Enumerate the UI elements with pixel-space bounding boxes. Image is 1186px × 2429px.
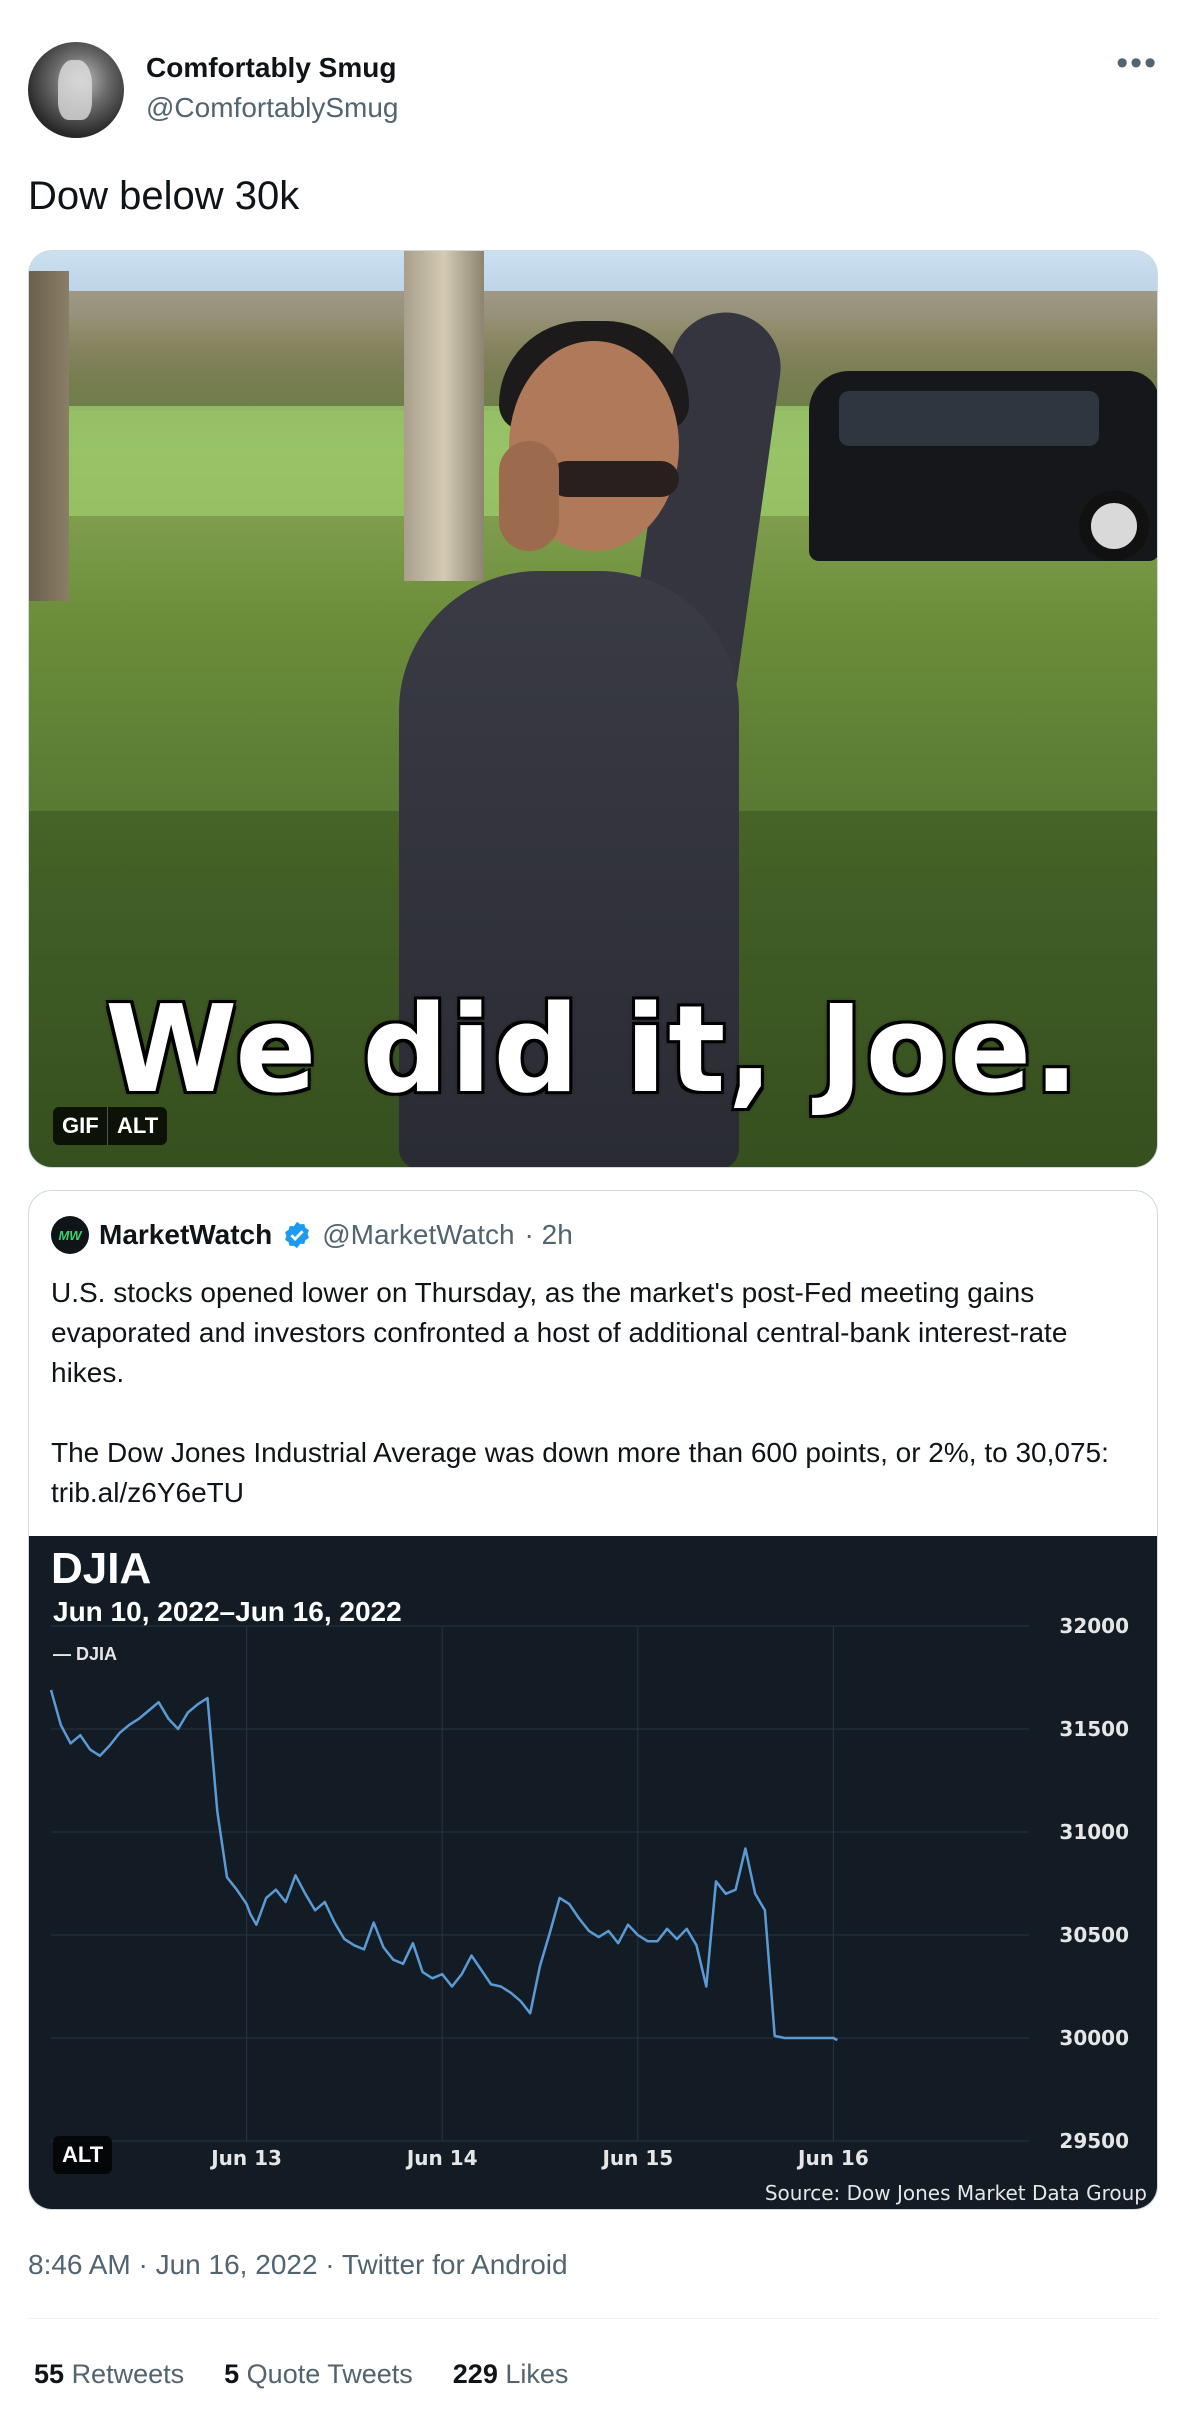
quoted-tweet-text: U.S. stocks opened lower on Thursday, as… xyxy=(51,1273,1137,1553)
x-tick-label: Jun 16 xyxy=(796,2146,869,2170)
likes-stat[interactable]: 229 Likes xyxy=(453,2359,569,2390)
tweet-timestamp[interactable]: 8:46 AM · Jun 16, 2022 · Twitter for And… xyxy=(28,2249,568,2281)
x-tick-label: Jun 14 xyxy=(405,2146,478,2170)
alt-badge[interactable]: ALT xyxy=(107,1107,168,1145)
y-tick-label: 30500 xyxy=(1059,1923,1129,1947)
quoted-author-name: MarketWatch xyxy=(99,1219,273,1250)
legend-label: DJIA xyxy=(76,1644,118,1664)
gif-media[interactable]: We did it, Joe. GIF ALT xyxy=(28,250,1158,1168)
y-tick-label: 31500 xyxy=(1059,1717,1129,1741)
tweet-header: Comfortably Smug @ComfortablySmug ••• xyxy=(28,40,1158,140)
more-horizontal-icon[interactable]: ••• xyxy=(1116,46,1158,80)
y-tick-label: 31000 xyxy=(1059,1820,1129,1844)
quoted-paragraph-2: The Dow Jones Industrial Average was dow… xyxy=(51,1437,1109,1508)
verified-badge-icon xyxy=(285,1221,310,1249)
y-tick-label: 29500 xyxy=(1059,2129,1129,2153)
chart-plot: 32000 31500 31000 30500 30000 29500 Jun 13 Jun … xyxy=(49,1614,1129,2170)
tweet-text: Dow below 30k xyxy=(28,174,300,218)
quoted-paragraph-1: U.S. stocks opened lower on Thursday, as… xyxy=(51,1277,1068,1388)
y-tick-label: 30000 xyxy=(1059,2026,1129,2050)
chart-title: DJIA xyxy=(51,1544,152,1593)
quoted-author-handle: @MarketWatch xyxy=(322,1219,515,1250)
gif-badge: GIF xyxy=(53,1107,108,1145)
quoted-tweet-header: MW MarketWatch @MarketWatch · 2h xyxy=(51,1215,573,1255)
alt-badge[interactable]: ALT xyxy=(53,2136,113,2174)
retweets-stat[interactable]: 55 Retweets xyxy=(34,2359,184,2390)
marketwatch-logo: MW xyxy=(51,1216,89,1254)
chart-subtitle: Jun 10, 2022–Jun 16, 2022 xyxy=(53,1596,402,1627)
y-tick-label: 32000 xyxy=(1059,1614,1129,1638)
divider xyxy=(28,2318,1158,2319)
x-tick-label: Jun 15 xyxy=(600,2146,673,2170)
chart-source: Source: Dow Jones Market Data Group xyxy=(764,2181,1147,2205)
author-handle[interactable]: @ComfortablySmug xyxy=(146,92,399,124)
chart-legend: — DJIA xyxy=(53,1644,118,1664)
quote-tweets-stat[interactable]: 5 Quote Tweets xyxy=(224,2359,413,2390)
gif-caption: We did it, Joe. xyxy=(105,981,1081,1120)
tweet-stats: 55 Retweets 5 Quote Tweets 229 Likes xyxy=(34,2359,568,2390)
author-display-name[interactable]: Comfortably Smug xyxy=(146,52,396,84)
quoted-tweet[interactable]: MW MarketWatch @MarketWatch · 2h U.S. st… xyxy=(28,1190,1158,2210)
quoted-time: · 2h xyxy=(524,1219,573,1250)
x-tick-label: Jun 13 xyxy=(209,2146,282,2170)
series-line-djia xyxy=(49,1689,838,2042)
djia-chart: 32000 31500 31000 30500 30000 29500 Jun 13 Jun … xyxy=(29,1536,1157,2209)
avatar[interactable] xyxy=(28,42,124,138)
